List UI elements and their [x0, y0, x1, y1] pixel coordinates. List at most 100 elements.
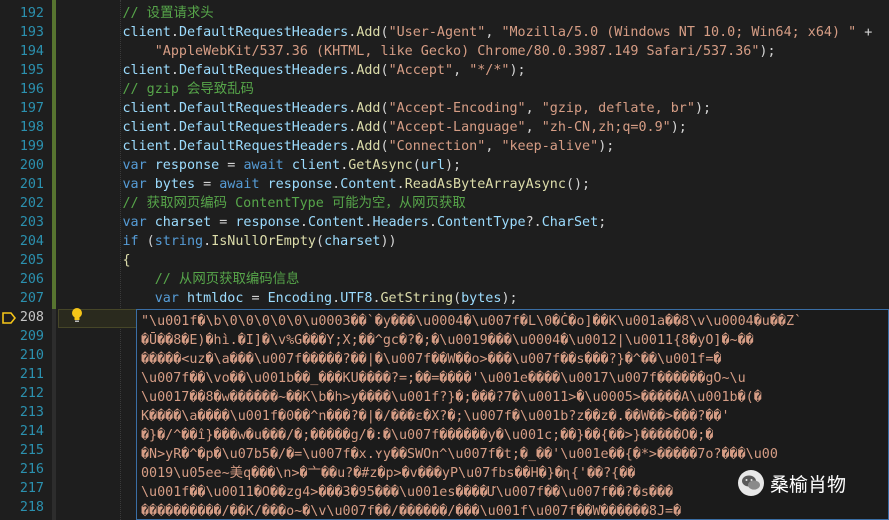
code-token: ( — [380, 139, 389, 154]
code-line[interactable]: client.DefaultRequestHeaders.Add("Accept… — [58, 61, 889, 80]
datatip-line: ����������/��K/���o~�\v\u007f��/������/�… — [141, 504, 682, 519]
datatip-line: 0019\u05ee~美q���\n>�亠��u?�#z�p>�v���yP\u… — [141, 466, 636, 481]
line-number: 193 — [19, 25, 44, 40]
code-token: )) — [380, 234, 397, 249]
line-number: 209 — [19, 329, 44, 344]
line-number: 216 — [19, 462, 44, 477]
code-line[interactable]: client.DefaultRequestHeaders.Add("Accept… — [58, 118, 889, 137]
code-line[interactable]: // gzip 会导致乱码 — [58, 80, 889, 99]
code-token: // gzip 会导致乱码 — [122, 82, 254, 97]
code-token: , — [485, 25, 502, 40]
code-line[interactable]: client.DefaultRequestHeaders.Add("Accept… — [58, 99, 889, 118]
code-line[interactable]: // 获取网页编码 ContentType 可能为空，从网页获取 — [58, 194, 889, 213]
code-token: if — [122, 234, 139, 249]
code-line[interactable]: client.DefaultRequestHeaders.Add("Connec… — [58, 137, 889, 156]
code-line[interactable]: var charset = response.Content.Headers.C… — [58, 213, 889, 232]
code-token: Add — [356, 120, 381, 135]
line-number: 210 — [19, 348, 44, 363]
code-line[interactable]: var bytes = await response.Content.ReadA… — [58, 175, 889, 194]
breakpoint-arrow-icon[interactable] — [2, 312, 16, 324]
code-token: . — [396, 177, 405, 192]
code-token: DefaultRequestHeaders — [178, 63, 349, 78]
code-token: Add — [356, 25, 381, 40]
line-number: 196 — [19, 82, 44, 97]
code-line[interactable]: "AppleWebKit/537.36 (KHTML, like Gecko) … — [58, 42, 889, 61]
code-token: ); — [670, 120, 687, 135]
datatip-line: \u001f��\u0011�O��zg4>���3�95���\u001es�… — [141, 485, 674, 500]
datatip-line: \u0017��8�w������~��K\b�h>y����\u001f?}�… — [141, 390, 762, 405]
code-token: "gzip, deflate, br" — [541, 101, 695, 116]
code-line[interactable]: // 设置请求头 — [58, 4, 889, 23]
code-token: bytes — [154, 177, 196, 192]
code-token: . — [299, 215, 308, 230]
code-token: client — [122, 101, 171, 116]
code-token: + — [856, 25, 873, 40]
code-token: var — [154, 291, 179, 306]
code-token: client — [122, 25, 171, 40]
code-token: "keep-alive" — [501, 139, 599, 154]
code-token: ( — [453, 291, 462, 306]
code-token: Headers — [372, 215, 429, 230]
code-token: DefaultRequestHeaders — [178, 139, 349, 154]
code-token: await — [243, 158, 284, 173]
line-number: 212 — [19, 386, 44, 401]
code-token: client — [122, 63, 171, 78]
code-token: htmldoc — [187, 291, 244, 306]
code-token: "User-Agent" — [388, 25, 486, 40]
code-token: , — [453, 63, 470, 78]
code-token: "Accept" — [388, 63, 454, 78]
code-token: ( — [380, 25, 389, 40]
lightbulb-icon[interactable] — [70, 307, 84, 323]
code-token: . — [170, 139, 179, 154]
code-token: . — [332, 291, 341, 306]
line-number: 201 — [19, 177, 44, 192]
code-token: Encoding — [267, 291, 333, 306]
code-token: client — [291, 158, 341, 173]
datatip-line: �N>yR�^�p�\u07b5�/�=\u007f�x.ʏy��SWOn^\u… — [141, 447, 778, 462]
saved-change-indicator — [52, 0, 56, 309]
code-token: ( — [316, 234, 325, 249]
line-number: 195 — [19, 63, 44, 78]
code-token: url — [420, 158, 445, 173]
code-line[interactable]: client.DefaultRequestHeaders.Add("User-A… — [58, 23, 889, 42]
code-token: CharSet — [541, 215, 599, 230]
line-number: 211 — [19, 367, 44, 382]
code-token: DefaultRequestHeaders — [178, 101, 349, 116]
code-token: "Accept-Encoding" — [388, 101, 526, 116]
line-number: 214 — [19, 424, 44, 439]
code-token: , — [525, 101, 542, 116]
code-token: Content — [307, 215, 365, 230]
line-number: 204 — [19, 234, 44, 249]
code-token: ?. — [525, 215, 542, 230]
code-token: ; — [598, 215, 607, 230]
line-number: 215 — [19, 443, 44, 458]
code-line[interactable]: { — [58, 251, 889, 270]
code-token: Add — [356, 139, 381, 154]
line-number: 198 — [19, 120, 44, 135]
code-token: . — [332, 177, 341, 192]
code-token: "Accept-Language" — [388, 120, 526, 135]
code-line[interactable]: var response = await client.GetAsync(url… — [58, 156, 889, 175]
code-line[interactable]: // 从网页获取编码信息 — [58, 270, 889, 289]
code-token: "AppleWebKit/537.36 (KHTML, like Gecko) … — [154, 44, 760, 59]
code-line[interactable]: if (string.IsNullOrEmpty(charset)) — [58, 232, 889, 251]
code-token: . — [372, 291, 381, 306]
code-line[interactable]: var htmldoc = Encoding.UTF8.GetString(by… — [58, 289, 889, 308]
code-token: ContentType — [436, 215, 526, 230]
code-token: = — [219, 158, 244, 173]
code-token: = — [211, 215, 236, 230]
code-token: "*/*" — [469, 63, 510, 78]
code-token: ); — [598, 139, 615, 154]
code-token: ( — [380, 101, 389, 116]
code-token: ReadAsByteArrayAsync — [404, 177, 566, 192]
